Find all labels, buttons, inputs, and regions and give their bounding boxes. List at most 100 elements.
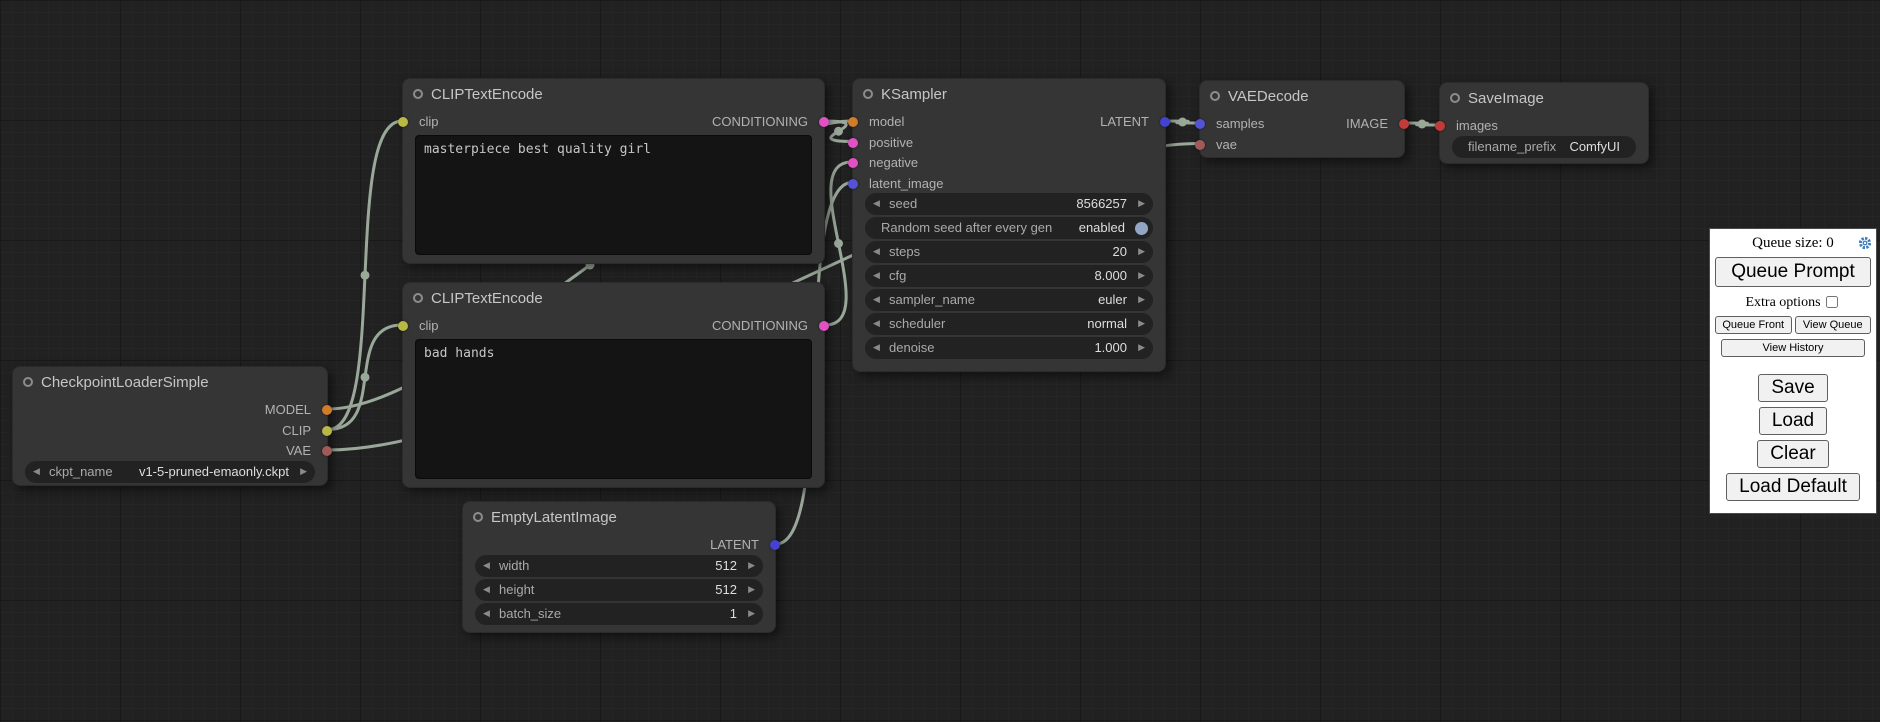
widget-label: filename_prefix — [1468, 136, 1556, 158]
input-slot-latent_image[interactable] — [848, 179, 858, 189]
output-slot-label: LATENT — [1100, 113, 1149, 131]
output-slot-VAE[interactable] — [322, 446, 332, 456]
decrement-arrow-icon[interactable]: ◀ — [483, 603, 490, 625]
node-empty-latent-image[interactable]: EmptyLatentImageLATENT◀▶width512◀▶height… — [462, 501, 776, 633]
input-slot-label: latent_image — [869, 175, 943, 193]
queue-front-button[interactable]: Queue Front — [1715, 316, 1792, 334]
output-slot-label: CLIP — [282, 422, 311, 440]
decrement-arrow-icon[interactable]: ◀ — [873, 193, 880, 215]
toggle-indicator[interactable] — [1135, 222, 1148, 235]
node-checkpoint-loader-simple[interactable]: CheckpointLoaderSimpleMODELCLIPVAE◀▶ckpt… — [12, 366, 328, 486]
collapse-toggle[interactable] — [413, 89, 423, 99]
node-graph-canvas[interactable]: Queue size: 0 Queue Prompt Extra options… — [0, 0, 1880, 722]
queue-buttons-row: Queue Front View Queue — [1715, 316, 1871, 334]
decrement-arrow-icon[interactable]: ◀ — [873, 265, 880, 287]
decrement-arrow-icon[interactable]: ◀ — [873, 313, 880, 335]
collapse-toggle[interactable] — [1210, 91, 1220, 101]
view-history-button[interactable]: View History — [1721, 339, 1865, 357]
decrement-arrow-icon[interactable]: ◀ — [873, 289, 880, 311]
node-title-text: CheckpointLoaderSimple — [41, 374, 209, 391]
view-queue-button[interactable]: View Queue — [1795, 316, 1872, 334]
link-midpoint-dot — [834, 127, 843, 136]
widget-label: seed — [889, 193, 917, 215]
widget-height[interactable]: ◀▶height512 — [475, 579, 763, 601]
node-ksampler[interactable]: KSamplermodelpositivenegativelatent_imag… — [852, 78, 1166, 372]
increment-arrow-icon[interactable]: ▶ — [1138, 265, 1145, 287]
input-slot-images[interactable] — [1435, 121, 1445, 131]
widget-value: 512 — [715, 579, 737, 601]
widget-filename_prefix[interactable]: filename_prefixComfyUI — [1452, 136, 1636, 158]
collapse-toggle[interactable] — [473, 512, 483, 522]
widget-seed[interactable]: ◀▶seed8566257 — [865, 193, 1153, 215]
widget-value: 1.000 — [1094, 337, 1127, 359]
increment-arrow-icon[interactable]: ▶ — [1138, 313, 1145, 335]
widget-value: normal — [1087, 313, 1127, 335]
node-clip-text-encode-negative[interactable]: CLIPTextEncodeclipCONDITIONING — [402, 282, 825, 488]
input-slot-model[interactable] — [848, 117, 858, 127]
prompt-textarea[interactable] — [415, 339, 812, 479]
decrement-arrow-icon[interactable]: ◀ — [483, 579, 490, 601]
input-slot-negative[interactable] — [848, 158, 858, 168]
output-slot-LATENT[interactable] — [1160, 117, 1170, 127]
input-slot-positive[interactable] — [848, 138, 858, 148]
input-slot-label: images — [1456, 117, 1498, 135]
node-clip-text-encode-positive[interactable]: CLIPTextEncodeclipCONDITIONING — [402, 78, 825, 264]
queue-prompt-button[interactable]: Queue Prompt — [1715, 257, 1871, 287]
decrement-arrow-icon[interactable]: ◀ — [873, 241, 880, 263]
widget-ckpt_name[interactable]: ◀▶ckpt_namev1-5-pruned-emaonly.ckpt — [25, 461, 315, 483]
increment-arrow-icon[interactable]: ▶ — [1138, 193, 1145, 215]
prompt-textarea[interactable] — [415, 135, 812, 255]
collapse-toggle[interactable] — [863, 89, 873, 99]
decrement-arrow-icon[interactable]: ◀ — [873, 337, 880, 359]
widget-value: 512 — [715, 555, 737, 577]
increment-arrow-icon[interactable]: ▶ — [300, 461, 307, 483]
increment-arrow-icon[interactable]: ▶ — [1138, 241, 1145, 263]
output-slot-CONDITIONING[interactable] — [819, 321, 829, 331]
queue-size-label: Queue size: 0 — [1752, 235, 1834, 251]
decrement-arrow-icon[interactable]: ◀ — [483, 555, 490, 577]
output-slot-MODEL[interactable] — [322, 405, 332, 415]
node-save-image[interactable]: SaveImageimagesfilename_prefixComfyUI — [1439, 82, 1649, 164]
output-slot-CONDITIONING[interactable] — [819, 117, 829, 127]
widget-sampler_name[interactable]: ◀▶sampler_nameeuler — [865, 289, 1153, 311]
link-midpoint-dot — [1178, 118, 1187, 127]
increment-arrow-icon[interactable]: ▶ — [748, 603, 755, 625]
widget-value: 20 — [1113, 241, 1127, 263]
input-slot-vae[interactable] — [1195, 140, 1205, 150]
widget-cfg[interactable]: ◀▶cfg8.000 — [865, 265, 1153, 287]
input-slot-label: samples — [1216, 115, 1264, 133]
input-slot-label: clip — [419, 317, 439, 335]
collapse-toggle[interactable] — [1450, 93, 1460, 103]
save-button[interactable]: Save — [1758, 374, 1827, 402]
collapse-toggle[interactable] — [413, 293, 423, 303]
widget-value: euler — [1098, 289, 1127, 311]
increment-arrow-icon[interactable]: ▶ — [1138, 289, 1145, 311]
output-slot-IMAGE[interactable] — [1399, 119, 1409, 129]
node-title-text: KSampler — [881, 86, 947, 103]
widget-random-seed-after-every-gen[interactable]: Random seed after every genenabled — [865, 217, 1153, 239]
increment-arrow-icon[interactable]: ▶ — [748, 579, 755, 601]
output-slot-CLIP[interactable] — [322, 426, 332, 436]
increment-arrow-icon[interactable]: ▶ — [748, 555, 755, 577]
node-title-bar: CLIPTextEncode — [403, 79, 824, 109]
input-slot-samples[interactable] — [1195, 119, 1205, 129]
clear-button[interactable]: Clear — [1757, 440, 1828, 468]
widget-width[interactable]: ◀▶width512 — [475, 555, 763, 577]
increment-arrow-icon[interactable]: ▶ — [1138, 337, 1145, 359]
input-slot-clip[interactable] — [398, 321, 408, 331]
settings-gear-icon[interactable] — [1858, 236, 1872, 250]
extra-options-checkbox[interactable] — [1826, 296, 1838, 308]
node-vae-decode[interactable]: VAEDecodesamplesvaeIMAGE — [1199, 80, 1405, 158]
link-midpoint-dot — [361, 373, 370, 382]
widget-steps[interactable]: ◀▶steps20 — [865, 241, 1153, 263]
load-button[interactable]: Load — [1759, 407, 1827, 435]
node-title-bar: CheckpointLoaderSimple — [13, 367, 327, 397]
collapse-toggle[interactable] — [23, 377, 33, 387]
load-default-button[interactable]: Load Default — [1726, 473, 1860, 501]
widget-batch_size[interactable]: ◀▶batch_size1 — [475, 603, 763, 625]
decrement-arrow-icon[interactable]: ◀ — [33, 461, 40, 483]
widget-denoise[interactable]: ◀▶denoise1.000 — [865, 337, 1153, 359]
input-slot-clip[interactable] — [398, 117, 408, 127]
widget-scheduler[interactable]: ◀▶schedulernormal — [865, 313, 1153, 335]
output-slot-LATENT[interactable] — [770, 540, 780, 550]
